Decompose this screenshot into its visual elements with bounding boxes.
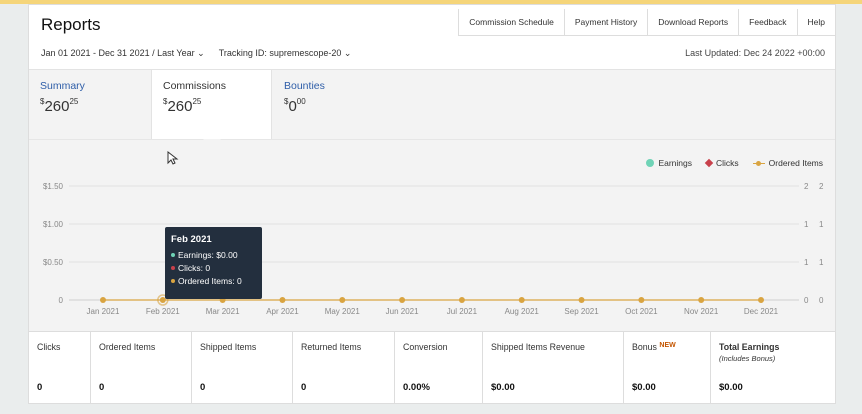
x-tick-label: Aug 2021	[505, 307, 540, 316]
ordered-items-point	[339, 297, 346, 303]
y-tick-label: $1.00	[43, 220, 64, 229]
y-right-tick-label: 1	[804, 220, 809, 229]
stat-shipped-revenue: Shipped Items Revenue $0.00	[483, 332, 624, 403]
tab-summary[interactable]: Summary $26025	[29, 70, 151, 140]
x-tick-label: Jul 2021	[447, 307, 478, 316]
filter-bar: Jan 01 2021 - Dec 31 2021 / Last Year ⌄ …	[41, 48, 351, 59]
y-right-tick-label: 0	[819, 296, 824, 305]
tab-bounties-label: Bounties	[284, 80, 325, 92]
chevron-down-icon: ⌄	[343, 48, 352, 58]
y-right-tick-label: 1	[819, 258, 824, 267]
ordered-items-point	[518, 297, 525, 303]
reports-card: Reports Commission Schedule Payment Hist…	[28, 4, 836, 404]
x-tick-label: May 2021	[325, 307, 361, 316]
legend-ordered-items[interactable]: Ordered Items	[752, 158, 823, 168]
x-tick-label: Feb 2021	[146, 307, 180, 316]
ordered-items-point	[100, 297, 106, 303]
date-range-label: Jan 01 2021 - Dec 31 2021 / Last Year	[41, 48, 195, 58]
commission-schedule-button[interactable]: Commission Schedule	[458, 9, 564, 36]
x-tick-label: Jan 2021	[87, 307, 120, 316]
active-tab-pointer	[203, 139, 221, 148]
y-right-tick-label: 1	[804, 258, 809, 267]
x-tick-label: Dec 2021	[744, 307, 779, 316]
download-reports-button[interactable]: Download Reports	[647, 9, 739, 36]
earnings-dot-icon	[171, 253, 175, 257]
tab-summary-label: Summary	[40, 80, 85, 92]
help-button[interactable]: Help	[796, 9, 835, 36]
tooltip-title: Feb 2021	[171, 234, 212, 245]
y-right-tick-label: 2	[804, 182, 809, 191]
stat-conversion: Conversion 0.00%	[395, 332, 483, 403]
legend-earnings[interactable]: Earnings	[646, 158, 692, 168]
tooltip-earnings-row: Earnings: $0.00	[171, 250, 256, 260]
summary-tabs: Summary $26025 Commissions $26025 Bounti…	[29, 69, 835, 142]
tab-summary-amount: $26025	[40, 97, 79, 115]
chart-legend: Earnings Clicks Ordered Items	[646, 158, 823, 168]
new-badge: NEW	[659, 342, 676, 349]
stat-returned-items: Returned Items 0	[293, 332, 395, 403]
stats-row: Clicks 0 Ordered Items 0 Shipped Items 0 Re…	[29, 331, 835, 403]
x-tick-label: Jun 2021	[386, 307, 419, 316]
page-title: Reports	[41, 15, 101, 34]
last-updated: Last Updated: Dec 24 2022 +00:00	[685, 48, 825, 58]
ordered-items-line-icon	[752, 159, 765, 167]
y-tick-label: $1.50	[43, 182, 64, 191]
feedback-button[interactable]: Feedback	[738, 9, 797, 36]
tab-bounties[interactable]: Bounties $000	[273, 70, 395, 140]
stat-shipped-items: Shipped Items 0	[192, 332, 293, 403]
ordered-items-point	[638, 297, 645, 303]
date-range-dropdown[interactable]: Jan 01 2021 - Dec 31 2021 / Last Year ⌄	[41, 48, 205, 59]
ordered-items-point	[758, 297, 764, 303]
report-actions: Commission Schedule Payment History Down…	[458, 9, 835, 36]
stat-clicks: Clicks 0	[29, 332, 91, 403]
tracking-id-dropdown[interactable]: Tracking ID: supremescope-20 ⌄	[219, 48, 352, 59]
x-tick-label: Sep 2021	[564, 307, 599, 316]
tooltip-ordered-row: Ordered Items: 0	[171, 276, 256, 286]
tab-commissions-label: Commissions	[163, 80, 227, 92]
ordered-items-point	[578, 297, 585, 303]
mouse-cursor-icon	[167, 151, 179, 165]
x-tick-label: Apr 2021	[266, 307, 299, 316]
x-tick-label: Oct 2021	[625, 307, 658, 316]
ordered-items-point	[698, 297, 705, 303]
y-tick-label: $0.50	[43, 258, 64, 267]
tab-bounties-amount: $000	[284, 97, 306, 115]
earnings-dot-icon	[646, 159, 655, 167]
ordered-items-point	[399, 297, 406, 303]
y-right-tick-label: 0	[804, 296, 809, 305]
ordered-items-point	[279, 297, 286, 303]
payment-history-button[interactable]: Payment History	[563, 9, 648, 36]
ordered-dot-icon	[171, 279, 175, 283]
stat-bonus: Bonus NEW $0.00	[624, 332, 711, 403]
x-tick-label: Mar 2021	[206, 307, 240, 316]
chart-svg: 0 0 0 $0.50 1 1 $1.00 1 1 $1.50 2 2 Jan 2021 Feb 2021…	[43, 182, 824, 316]
legend-clicks[interactable]: Clicks	[704, 158, 739, 168]
tooltip-clicks-row: Clicks: 0	[171, 263, 256, 273]
chart-tooltip: Feb 2021 Earnings: $0.00 Clicks: 0 Order…	[165, 227, 262, 299]
chevron-down-icon: ⌄	[197, 48, 205, 58]
tab-commissions[interactable]: Commissions $26025	[151, 70, 272, 142]
y-tick-label: 0	[59, 296, 64, 305]
tracking-id-label: Tracking ID: supremescope-20	[218, 48, 342, 58]
clicks-dot-icon	[171, 266, 175, 270]
stat-ordered-items: Ordered Items 0	[91, 332, 192, 403]
y-right-tick-label: 1	[819, 220, 824, 229]
tab-commissions-amount: $26025	[163, 97, 202, 115]
stat-total-earnings: Total Earnings (Includes Bonus) $0.00	[719, 342, 780, 393]
earnings-chart: 0 0 0 $0.50 1 1 $1.00 1 1 $1.50 2 2 Jan 2021 Feb 2021…	[29, 139, 835, 331]
ordered-items-point	[458, 297, 465, 303]
x-tick-label: Nov 2021	[684, 307, 719, 316]
y-right-tick-label: 2	[819, 182, 824, 191]
clicks-diamond-icon	[704, 158, 714, 168]
